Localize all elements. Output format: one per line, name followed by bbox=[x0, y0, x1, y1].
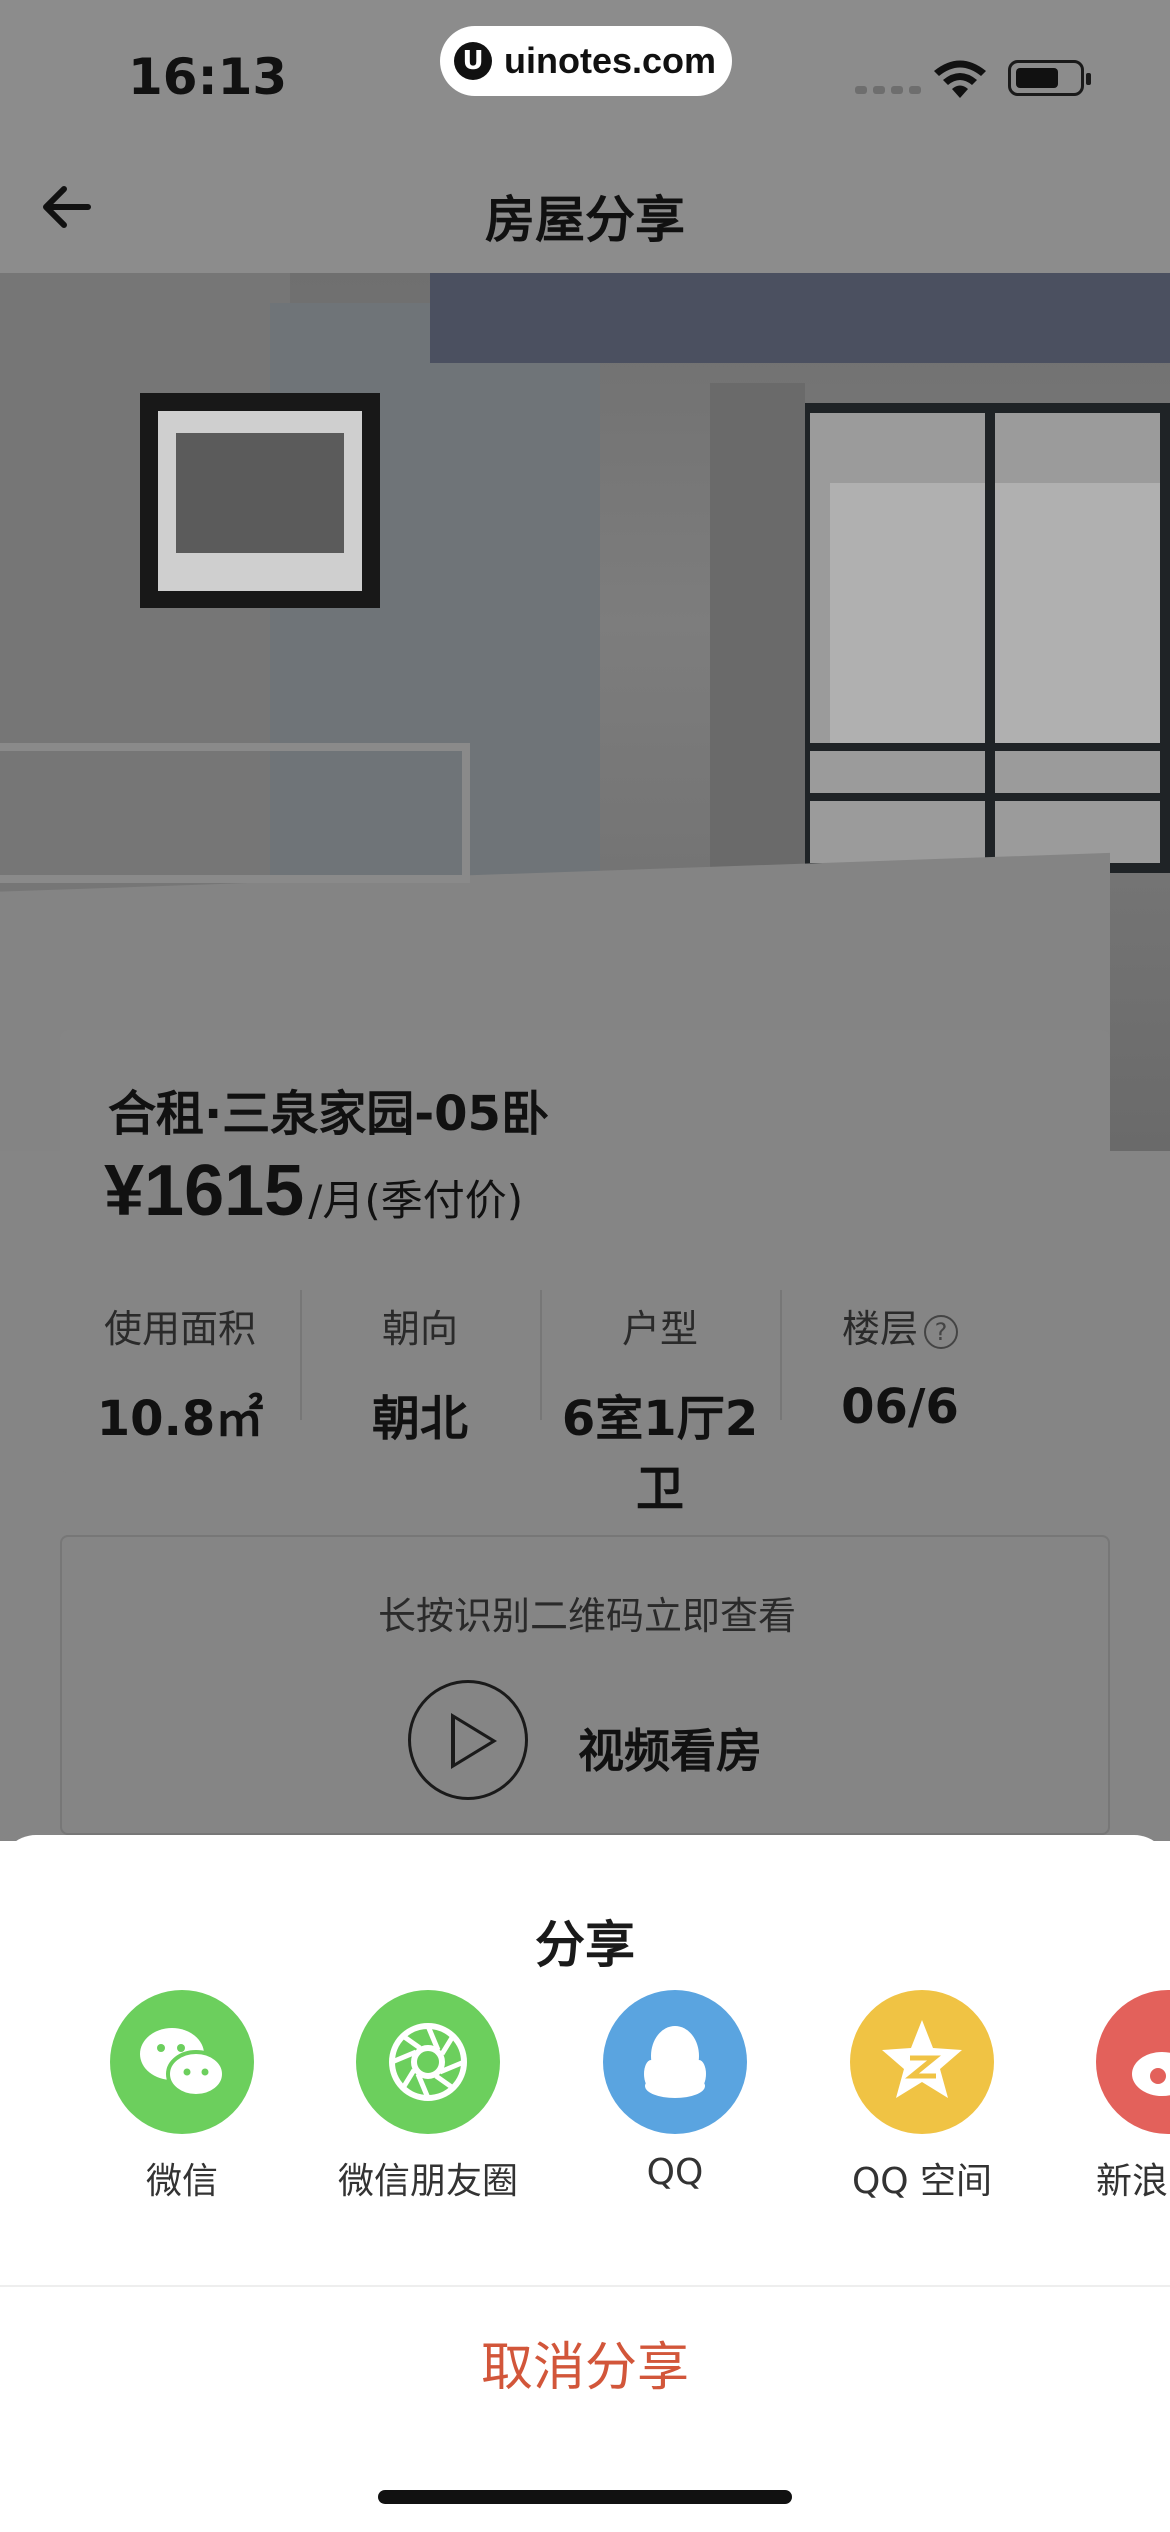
stat-orientation: 朝向 朝北 bbox=[300, 1290, 540, 1447]
page-title: 房屋分享 bbox=[485, 191, 685, 249]
share-qq-button[interactable]: QQ bbox=[565, 1990, 785, 2193]
status-bar: 16:13 U uinotes.com bbox=[0, 0, 1170, 140]
battery-icon bbox=[1008, 60, 1091, 96]
stat-value: 6室1厅2卫 bbox=[561, 1391, 759, 1517]
listing-price: ¥1615 bbox=[104, 1151, 305, 1231]
weibo-icon bbox=[1096, 1990, 1170, 2134]
stat-area: 使用面积 10.8㎡ bbox=[60, 1290, 300, 1447]
share-sheet-title: 分享 bbox=[535, 1916, 635, 1974]
url-text: uinotes.com bbox=[504, 40, 717, 81]
share-label: QQ bbox=[646, 2152, 704, 2193]
stat-value: 06/6 bbox=[841, 1379, 959, 1435]
wifi-icon bbox=[934, 60, 986, 98]
room-photo bbox=[0, 273, 1170, 1151]
qzone-icon bbox=[850, 1990, 994, 2134]
share-label: 微信 bbox=[145, 2161, 218, 2202]
stat-label: 使用面积 bbox=[103, 1307, 256, 1351]
qr-hint: 长按识别二维码立即查看 bbox=[377, 1594, 796, 1638]
share-qzone-button[interactable]: QQ 空间 bbox=[812, 1990, 1032, 2204]
share-wechat-button[interactable]: 微信 bbox=[72, 1990, 292, 2204]
share-moments-button[interactable]: 微信朋友圈 bbox=[318, 1990, 538, 2204]
stat-value: 朝北 bbox=[371, 1391, 468, 1447]
video-tour-label[interactable]: 视频看房 bbox=[578, 1715, 762, 1781]
site-logo-icon: U bbox=[454, 42, 492, 80]
floor-label: 楼层 bbox=[841, 1307, 918, 1351]
moments-icon bbox=[356, 1990, 500, 2134]
share-label: 微信朋友圈 bbox=[337, 2161, 518, 2202]
stat-floor: 楼层? 06/6 bbox=[780, 1290, 1020, 1435]
help-icon[interactable]: ? bbox=[924, 1314, 958, 1349]
nav-bar: 房屋分享 bbox=[0, 140, 1170, 273]
cancel-share-button[interactable]: 取消分享 bbox=[0, 2325, 1170, 2400]
divider bbox=[0, 2285, 1170, 2287]
stat-layout: 户型 6室1厅2卫 bbox=[540, 1290, 780, 1517]
stat-label: 楼层? bbox=[780, 1298, 1020, 1353]
price-unit: /月(季付价) bbox=[308, 1176, 524, 1225]
listing-title: 合租·三泉家园-05卧 bbox=[108, 1086, 549, 1142]
status-time: 16:13 bbox=[128, 48, 288, 106]
listing-stats: 使用面积 10.8㎡ 朝向 朝北 户型 6室1厅2卫 楼层? 06/6 bbox=[60, 1290, 1110, 1517]
wechat-icon bbox=[110, 1990, 254, 2134]
listing-info-card: 合租·三泉家园-05卧 ¥1615 /月(季付价) 使用面积 10.8㎡ 朝向 … bbox=[60, 1030, 1110, 1517]
stat-value: 10.8㎡ bbox=[96, 1391, 264, 1447]
home-indicator[interactable] bbox=[378, 2490, 792, 2504]
stat-label: 朝向 bbox=[381, 1307, 458, 1351]
play-icon[interactable] bbox=[408, 1680, 528, 1800]
share-sheet: 分享 微信 微信朋友圈 QQ QQ 空间 新浪 取消分享 bbox=[0, 1835, 1170, 2532]
url-pill[interactable]: U uinotes.com bbox=[440, 26, 732, 96]
price-row: ¥1615 /月(季付价) bbox=[104, 1150, 523, 1232]
qr-section: 长按识别二维码立即查看 视频看房 bbox=[60, 1535, 1110, 1835]
window bbox=[800, 403, 1170, 873]
share-label: 新浪 bbox=[1096, 2161, 1169, 2202]
wall-picture bbox=[140, 393, 380, 608]
share-weibo-button[interactable]: 新浪 bbox=[1058, 1990, 1170, 2204]
stat-label: 户型 bbox=[621, 1307, 698, 1351]
share-label: QQ 空间 bbox=[851, 2161, 993, 2202]
cellular-signal-icon bbox=[855, 86, 921, 94]
qq-icon bbox=[603, 1990, 747, 2134]
